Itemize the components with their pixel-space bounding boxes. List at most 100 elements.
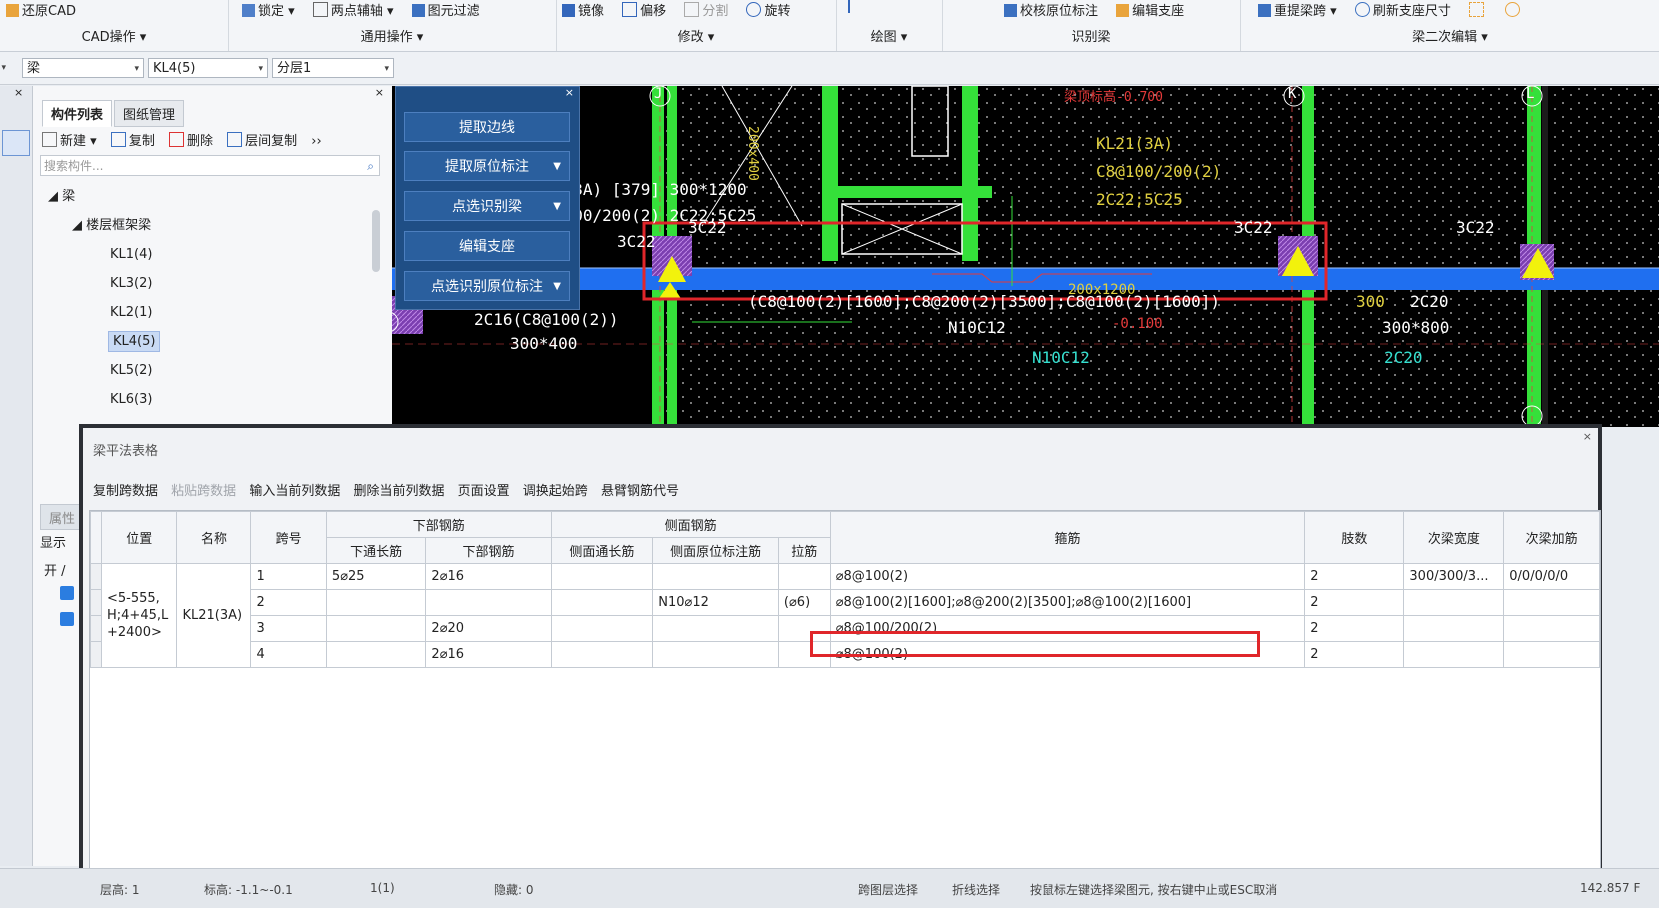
cell-span[interactable]: 4 [250, 641, 327, 668]
cell-sec-width[interactable] [1403, 589, 1505, 616]
tree-item[interactable]: KL2(1) [40, 298, 370, 327]
cell-side-annot[interactable] [652, 641, 779, 668]
cell-legs[interactable]: 2 [1304, 615, 1405, 642]
type-select[interactable]: 梁 ▾ [22, 58, 144, 78]
copy-button[interactable]: 复制 [110, 132, 155, 149]
tree-item[interactable]: KL5(2) [40, 356, 370, 385]
cantilever-code-button[interactable]: 悬臂钢筋代号 [601, 484, 679, 499]
check-annotation-button[interactable]: 校核原位标注 [1004, 0, 1098, 19]
close-icon[interactable]: × [14, 86, 23, 99]
ribbon-group-label[interactable]: 修改 ▾ [556, 26, 836, 45]
checkbox-checked[interactable] [60, 612, 74, 626]
cell-side-through[interactable] [550, 641, 654, 668]
re-extract-span-button[interactable]: 重提梁跨 ▾ [1258, 0, 1337, 19]
cell-side-annot[interactable] [652, 615, 779, 642]
cell-bottom-through[interactable] [325, 615, 427, 642]
row-handle[interactable] [90, 563, 102, 590]
row-handle[interactable] [90, 589, 102, 616]
ribbon-group-label[interactable]: CAD操作 ▾ [0, 26, 228, 45]
cell-stirrup[interactable]: ⌀8@100(2)[1600];⌀8@200(2)[3500];⌀8@100(2… [829, 589, 1306, 616]
extract-annotation-button[interactable]: 提取原位标注 ▼ [404, 151, 570, 181]
cell-side-through[interactable] [550, 615, 654, 642]
component-select[interactable]: KL4(5) ▾ [148, 58, 268, 78]
cross-layer-select-button[interactable]: 跨图层选择 [858, 881, 918, 898]
mirror-button[interactable]: 镜像 [562, 0, 604, 19]
ribbon-group-label[interactable]: 梁二次编辑 ▾ [1240, 26, 1659, 45]
cell-bottom-through[interactable]: 5⌀25 [325, 563, 427, 590]
cell-tie[interactable] [777, 563, 831, 590]
tree-scrollbar[interactable] [372, 210, 380, 272]
cell-bottom-bar[interactable]: 2⌀16 [425, 563, 552, 590]
offset-button[interactable]: 偏移 [622, 0, 666, 19]
more-icon[interactable]: ›› [311, 134, 321, 149]
tree-node-root[interactable]: ◢ 梁 [40, 182, 370, 211]
selector-arrow[interactable]: ▾ [0, 58, 10, 78]
new-button[interactable]: 新建 ▾ [42, 132, 97, 149]
close-icon[interactable]: × [565, 86, 574, 99]
copy-span-button[interactable]: 复制跨数据 [93, 484, 158, 499]
cell-bottom-through[interactable] [325, 641, 427, 668]
extract-edge-button[interactable]: 提取边线 [404, 112, 570, 142]
cell-legs[interactable]: 2 [1304, 563, 1405, 590]
cell-sec-add[interactable] [1503, 615, 1600, 642]
cell-sec-add[interactable]: 0/0/0/0/0 [1503, 563, 1600, 590]
tab-component-list[interactable]: 构件列表 [42, 100, 113, 127]
ribbon-group-label[interactable]: 绘图 ▾ [836, 26, 942, 45]
cell-span[interactable]: 1 [250, 563, 327, 590]
paste-span-button[interactable]: 粘贴跨数据 [171, 484, 236, 499]
restore-cad-button[interactable]: 还原CAD [6, 0, 76, 19]
cad-canvas[interactable]: J K L 5 1(3A) [379] 300*1200 @100/200(2)… [392, 86, 1659, 427]
layer-select[interactable]: 分层1 ▾ [272, 58, 394, 78]
pick-recognize-beam-button[interactable]: 点选识别梁 ▼ [404, 191, 570, 221]
floor-copy-button[interactable]: 层间复制 [227, 132, 297, 149]
close-icon[interactable]: × [1583, 430, 1592, 443]
cell-legs[interactable]: 2 [1304, 589, 1405, 616]
tree-item[interactable]: KL3(2) [40, 269, 370, 298]
page-setup-button[interactable]: 页面设置 [458, 484, 510, 499]
tab-drawing-manage[interactable]: 图纸管理 [114, 100, 185, 127]
swap-start-span-button[interactable]: 调换起始跨 [523, 484, 588, 499]
cell-span[interactable]: 3 [250, 615, 327, 642]
tree-node-group[interactable]: ◢ 楼层框架梁 [40, 211, 370, 240]
cell-bottom-bar[interactable]: 2⌀16 [425, 641, 552, 668]
cell-side-through[interactable] [550, 563, 654, 590]
cell-span[interactable]: 2 [250, 589, 327, 616]
draw-line-button[interactable] [848, 0, 866, 15]
cell-bottom-bar[interactable]: 2⌀20 [425, 615, 552, 642]
edit-support-button[interactable]: 编辑支座 [404, 231, 570, 261]
row-handle[interactable] [90, 641, 102, 668]
search-input[interactable]: 搜索构件... ⌕ [40, 155, 380, 176]
two-point-axis-button[interactable]: 两点辅轴 ▾ [312, 0, 394, 19]
polyline-select-button[interactable]: 折线选择 [952, 881, 1000, 898]
ribbon-group-label[interactable]: 通用操作 ▾ [228, 26, 556, 45]
component-list-icon[interactable] [2, 130, 30, 156]
bulb-tool-button[interactable] [1505, 2, 1523, 19]
cell-position[interactable]: <5-555,H;4+45,L+2400> [100, 563, 178, 668]
cell-bottom-bar[interactable] [425, 589, 552, 616]
cell-legs[interactable]: 2 [1304, 641, 1405, 668]
cell-sec-add[interactable] [1503, 641, 1600, 668]
cell-sec-width[interactable]: 300/300/3... [1403, 563, 1505, 590]
tree-item-selected[interactable]: KL4(5) [40, 327, 370, 356]
delete-column-button[interactable]: 删除当前列数据 [353, 484, 444, 499]
tree-item[interactable]: KL1(4) [40, 240, 370, 269]
cell-side-annot[interactable] [652, 563, 779, 590]
rotate-button[interactable]: 旋转 [746, 0, 790, 19]
close-icon[interactable]: × [375, 86, 384, 99]
properties-tab[interactable]: 属性 [49, 508, 75, 527]
lock-button[interactable]: 锁定 ▾ [242, 0, 295, 19]
cell-sec-add[interactable] [1503, 589, 1600, 616]
split-button[interactable]: 分割 [684, 0, 728, 19]
cell-sec-width[interactable] [1403, 615, 1505, 642]
cell-sec-width[interactable] [1403, 641, 1505, 668]
tree-item[interactable]: KL6(3) [40, 385, 370, 414]
cell-side-annot[interactable]: N10⌀12 [652, 589, 779, 616]
filter-button[interactable]: 图元过滤 [411, 0, 480, 19]
cell-bottom-through[interactable] [325, 589, 427, 616]
edit-support-button[interactable]: 编辑支座 [1116, 0, 1184, 19]
cell-tie[interactable]: (⌀6) [777, 589, 831, 616]
cell-side-through[interactable] [550, 589, 654, 616]
input-column-button[interactable]: 输入当前列数据 [249, 484, 340, 499]
delete-button[interactable]: 删除 [168, 132, 213, 149]
row-handle[interactable] [90, 615, 102, 642]
